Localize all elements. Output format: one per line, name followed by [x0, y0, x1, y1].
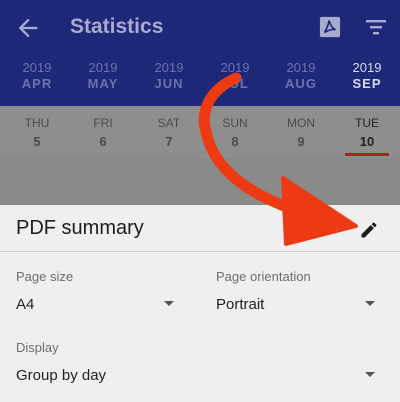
selected-day-indicator [345, 153, 389, 156]
day-tab-mon[interactable]: MON 9 [276, 116, 326, 149]
month-label: APR [21, 76, 53, 91]
day-tab-sat[interactable]: SAT 7 [144, 116, 194, 149]
day-name: MON [287, 116, 315, 130]
month-label: SEP [352, 76, 382, 91]
pencil-icon[interactable] [359, 220, 379, 240]
day-date: 6 [99, 134, 107, 149]
app-bar: Statistics 2019 APR 2019 MAY 2019 JUN 20… [0, 0, 400, 106]
day-tab-sun[interactable]: SUN 8 [210, 116, 260, 149]
day-date: 10 [359, 134, 375, 149]
month-year: 2019 [22, 60, 52, 75]
pdf-summary-sheet: PDF summary Page size A4 Page orientatio… [0, 205, 400, 402]
month-tab-sep[interactable]: 2019 SEP [337, 60, 397, 91]
day-date: 8 [231, 134, 239, 149]
divider [0, 251, 400, 252]
page-size-select[interactable]: A4 [16, 296, 34, 313]
month-tab-aug[interactable]: 2019 AUG [271, 60, 331, 91]
pdf-icon[interactable] [319, 16, 341, 38]
month-tab-jun[interactable]: 2019 JUN [139, 60, 199, 91]
chevron-down-icon[interactable] [365, 301, 375, 306]
page-size-label: Page size [16, 269, 74, 284]
month-selector: 2019 APR 2019 MAY 2019 JUN 2019 JUL 2019… [0, 60, 400, 100]
month-tab-jul[interactable]: 2019 JUL [205, 60, 265, 91]
month-year: 2019 [88, 60, 118, 75]
page-title: Statistics [70, 15, 164, 38]
day-date: 9 [297, 134, 305, 149]
month-year: 2019 [286, 60, 316, 75]
page-orientation-select[interactable]: Portrait [216, 296, 264, 313]
day-tab-thu[interactable]: THU 5 [12, 116, 62, 149]
month-year: 2019 [352, 60, 382, 75]
scrim[interactable] [0, 158, 400, 205]
month-label: AUG [285, 76, 317, 91]
month-tab-apr[interactable]: 2019 APR [7, 60, 67, 91]
day-date: 7 [165, 134, 173, 149]
page-orientation-label: Page orientation [216, 269, 311, 284]
day-selector: THU 5 FRI 6 SAT 7 SUN 8 MON 9 TUE 10 [0, 106, 400, 158]
display-label: Display [16, 340, 59, 355]
day-name: SAT [157, 116, 181, 130]
day-name: FRI [93, 116, 113, 130]
day-name: TUE [355, 116, 379, 130]
day-tab-tue[interactable]: TUE 10 [342, 116, 392, 149]
arrow-left-icon[interactable] [14, 14, 42, 42]
month-year: 2019 [154, 60, 184, 75]
month-tab-may[interactable]: 2019 MAY [73, 60, 133, 91]
day-name: SUN [222, 116, 248, 130]
sheet-title: PDF summary [16, 217, 144, 239]
month-year: 2019 [220, 60, 250, 75]
day-tab-fri[interactable]: FRI 6 [78, 116, 128, 149]
month-label: JUN [154, 76, 184, 91]
chevron-down-icon[interactable] [164, 301, 174, 306]
chevron-down-icon[interactable] [365, 372, 375, 377]
day-date: 5 [33, 134, 41, 149]
month-label: JUL [221, 76, 249, 91]
toolbar: Statistics [0, 0, 400, 56]
display-select[interactable]: Group by day [16, 367, 106, 384]
day-name: THU [24, 116, 50, 130]
month-label: MAY [87, 76, 119, 91]
filter-icon[interactable] [363, 15, 389, 39]
